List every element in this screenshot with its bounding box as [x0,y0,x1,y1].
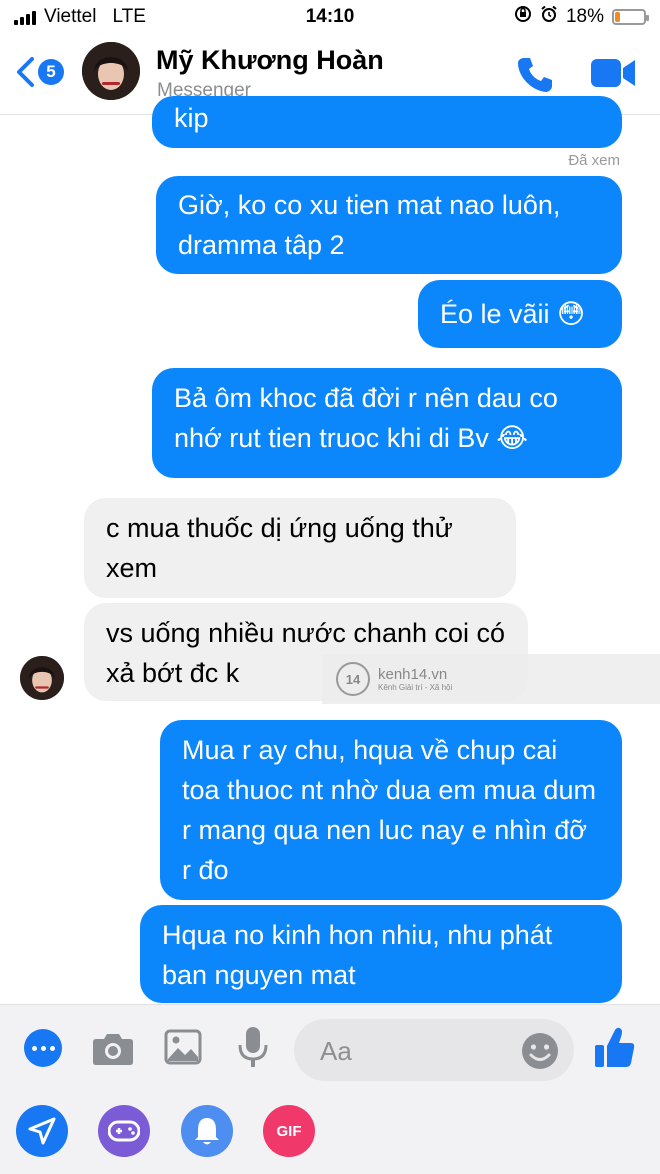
watermark-site: kenh14.vn [378,666,448,683]
gif-label: GIF [276,1122,302,1140]
message-text: Mua r ay chu, hqua về chup cai toa thuoc… [182,735,596,885]
message-outgoing[interactable]: Hqua no kinh hon nhiu, nhu phát ban nguy… [140,905,622,1003]
message-outgoing[interactable]: Éo le vãii 😳 [418,280,622,348]
gallery-button[interactable] [164,1029,202,1070]
battery-percent: 18% [565,6,604,27]
watermark-text: kenh14.vn Kênh Giải trí - Xã hội [378,666,452,692]
camera-button[interactable] [92,1029,134,1072]
kenh14-watermark: 14 kenh14.vn Kênh Giải trí - Xã hội [322,654,660,704]
message-input-wrapper [294,1019,574,1083]
message-incoming[interactable]: c mua thuốc dị ứng uống thử xem [84,498,516,598]
more-actions-button[interactable] [24,1029,62,1067]
like-button[interactable] [594,1025,636,1074]
voice-call-button[interactable] [514,54,554,99]
seen-receipt: Đã xem [568,152,620,169]
message-text: Giờ, ko co xu tien mat nao luôn, dramma … [178,190,561,260]
message-outgoing[interactable]: kip [152,96,622,148]
reminders-button[interactable] [181,1105,233,1157]
emoji-button[interactable] [520,1031,560,1076]
message-text: Éo le vãii 😳 [440,299,586,329]
status-right: 18% [514,5,649,29]
rotation-lock-icon [514,5,532,29]
kenh14-logo: 14 [336,662,370,696]
back-button[interactable]: 5 [14,56,64,88]
battery-fill [615,12,620,22]
chevron-left-icon [17,57,34,87]
message-text: c mua thuốc dị ứng uống thử xem [106,513,453,583]
contact-name[interactable]: Mỹ Khương Hoàn [156,45,384,76]
unread-count-badge: 5 [38,59,64,85]
message-input[interactable] [318,1019,512,1083]
video-call-button[interactable] [590,56,636,95]
message-text: Bả ôm khoc đã đời r nên dau co nhớ rut t… [174,383,558,453]
smiley-icon [522,1033,558,1069]
watermark-tagline: Kênh Giải trí - Xã hội [378,683,453,692]
gif-button[interactable]: GIF [263,1105,315,1157]
battery-icon [612,9,649,25]
camera-icon [93,1034,133,1065]
sender-avatar[interactable] [20,656,64,700]
games-button[interactable] [98,1105,150,1157]
bell-icon [195,1118,219,1145]
alarm-icon [540,5,558,29]
message-outgoing[interactable]: Giờ, ko co xu tien mat nao luôn, dramma … [156,176,622,274]
thumbs-up-icon [595,1027,635,1067]
paper-plane-icon [28,1117,56,1145]
message-outgoing[interactable]: Mua r ay chu, hqua về chup cai toa thuoc… [160,720,622,900]
voice-message-button[interactable] [236,1025,270,1074]
message-text: kip [174,103,209,133]
phone-icon [518,58,552,92]
gamepad-icon [108,1120,140,1142]
message-text: Hqua no kinh hon nhiu, nhu phát ban nguy… [162,920,553,990]
message-outgoing[interactable]: Bả ôm khoc đã đời r nên dau co nhớ rut t… [152,368,622,478]
image-icon [164,1029,202,1065]
composer-bar [0,1004,660,1089]
app-tray: GIF [0,1089,660,1174]
microphone-icon [238,1027,268,1067]
video-camera-icon [591,59,635,87]
status-bar: Viettel LTE 14:10 18% [0,0,660,34]
contact-avatar[interactable] [82,42,140,100]
send-location-button[interactable] [16,1105,68,1157]
